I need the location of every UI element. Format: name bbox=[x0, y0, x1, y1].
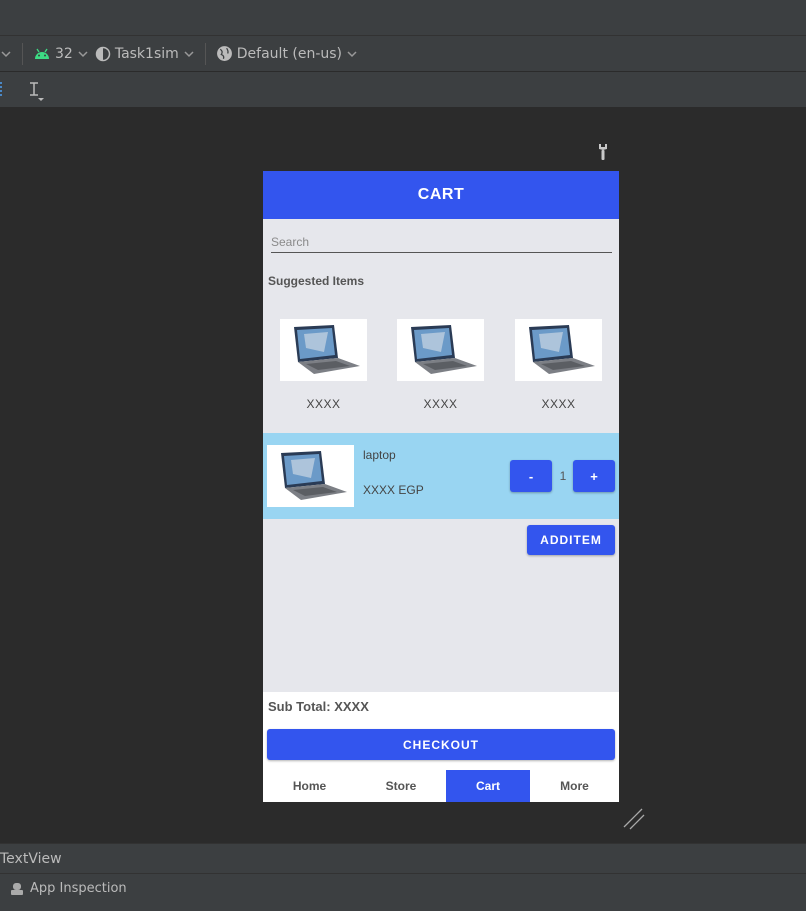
app-inspection-icon bbox=[11, 882, 23, 895]
theme-icon bbox=[95, 46, 111, 61]
toolbar-separator bbox=[204, 42, 206, 65]
component-status-bar: TextView bbox=[0, 843, 806, 873]
chevron-down-icon[interactable] bbox=[0, 48, 12, 60]
nav-item-more[interactable]: More bbox=[530, 770, 619, 802]
theme-selector[interactable]: Task1sim bbox=[95, 46, 195, 62]
app-inspection-tab[interactable]: App Inspection bbox=[30, 874, 127, 904]
laptop-image bbox=[267, 445, 354, 507]
globe-icon bbox=[216, 46, 232, 61]
search-field[interactable] bbox=[271, 235, 612, 253]
nav-item-store[interactable]: Store bbox=[356, 770, 446, 802]
wrench-icon[interactable] bbox=[596, 143, 610, 161]
suggested-item[interactable]: XXXX bbox=[515, 319, 602, 411]
toolbar-separator bbox=[22, 42, 23, 65]
page-title: CART bbox=[417, 186, 465, 203]
toolbar-edge-marker bbox=[0, 82, 2, 96]
laptop-image bbox=[515, 319, 602, 381]
decrease-quantity-button[interactable]: - bbox=[510, 460, 552, 492]
chevron-down-icon bbox=[184, 50, 194, 57]
nav-item-home[interactable]: Home bbox=[263, 770, 356, 802]
ide-toolbar: 32 Task1sim Default (en-us) bbox=[0, 36, 806, 72]
phone-screen: CART Suggested Items XXXX XXXX XXXX lapt… bbox=[263, 171, 619, 802]
selected-component-label: TextView bbox=[0, 851, 62, 867]
laptop-image bbox=[280, 319, 367, 381]
laptop-image bbox=[397, 319, 484, 381]
locale-selector[interactable]: Default (en-us) bbox=[216, 45, 358, 62]
api-level-selector[interactable]: 32 bbox=[33, 46, 89, 62]
chevron-down-icon bbox=[347, 50, 357, 57]
subtotal-label: Sub Total: XXXX bbox=[268, 699, 369, 714]
chevron-down-icon bbox=[78, 50, 88, 57]
resize-handle-icon[interactable] bbox=[622, 807, 646, 831]
nav-item-cart[interactable]: Cart bbox=[446, 770, 530, 802]
api-level-label: 32 bbox=[55, 45, 73, 62]
text-cursor-icon[interactable] bbox=[27, 81, 47, 101]
cart-item-price: XXXX EGP bbox=[363, 483, 424, 497]
add-item-button[interactable]: ADDITEM bbox=[527, 525, 615, 555]
search-input[interactable] bbox=[271, 235, 612, 249]
app-bar: CART bbox=[263, 171, 619, 219]
suggested-items-title: Suggested Items bbox=[268, 274, 365, 288]
android-icon bbox=[35, 48, 49, 59]
bottom-nav: Home Store Cart More bbox=[263, 770, 619, 802]
increase-quantity-button[interactable]: + bbox=[573, 460, 615, 492]
ide-title-bar bbox=[0, 0, 806, 36]
checkout-button[interactable]: CHECKOUT bbox=[267, 729, 615, 760]
checkout-panel: Sub Total: XXXX CHECKOUT Home Store Cart… bbox=[263, 692, 619, 802]
device-label: Task1sim bbox=[114, 45, 179, 62]
quantity-value: 1 bbox=[559, 469, 567, 483]
cart-item-row: laptop XXXX EGP - 1 + bbox=[263, 433, 619, 519]
ide-secondary-toolbar bbox=[0, 72, 806, 108]
locale-label: Default (en-us) bbox=[236, 45, 343, 62]
bottom-edge bbox=[0, 903, 806, 911]
suggested-item-name: XXXX bbox=[541, 397, 576, 411]
cart-item-name: laptop bbox=[363, 448, 396, 462]
tool-window-bar: App Inspection bbox=[0, 873, 806, 903]
suggested-item-name: XXXX bbox=[423, 397, 458, 411]
suggested-item[interactable]: XXXX bbox=[280, 319, 367, 411]
suggested-item[interactable]: XXXX bbox=[397, 319, 484, 411]
suggested-item-name: XXXX bbox=[306, 397, 341, 411]
